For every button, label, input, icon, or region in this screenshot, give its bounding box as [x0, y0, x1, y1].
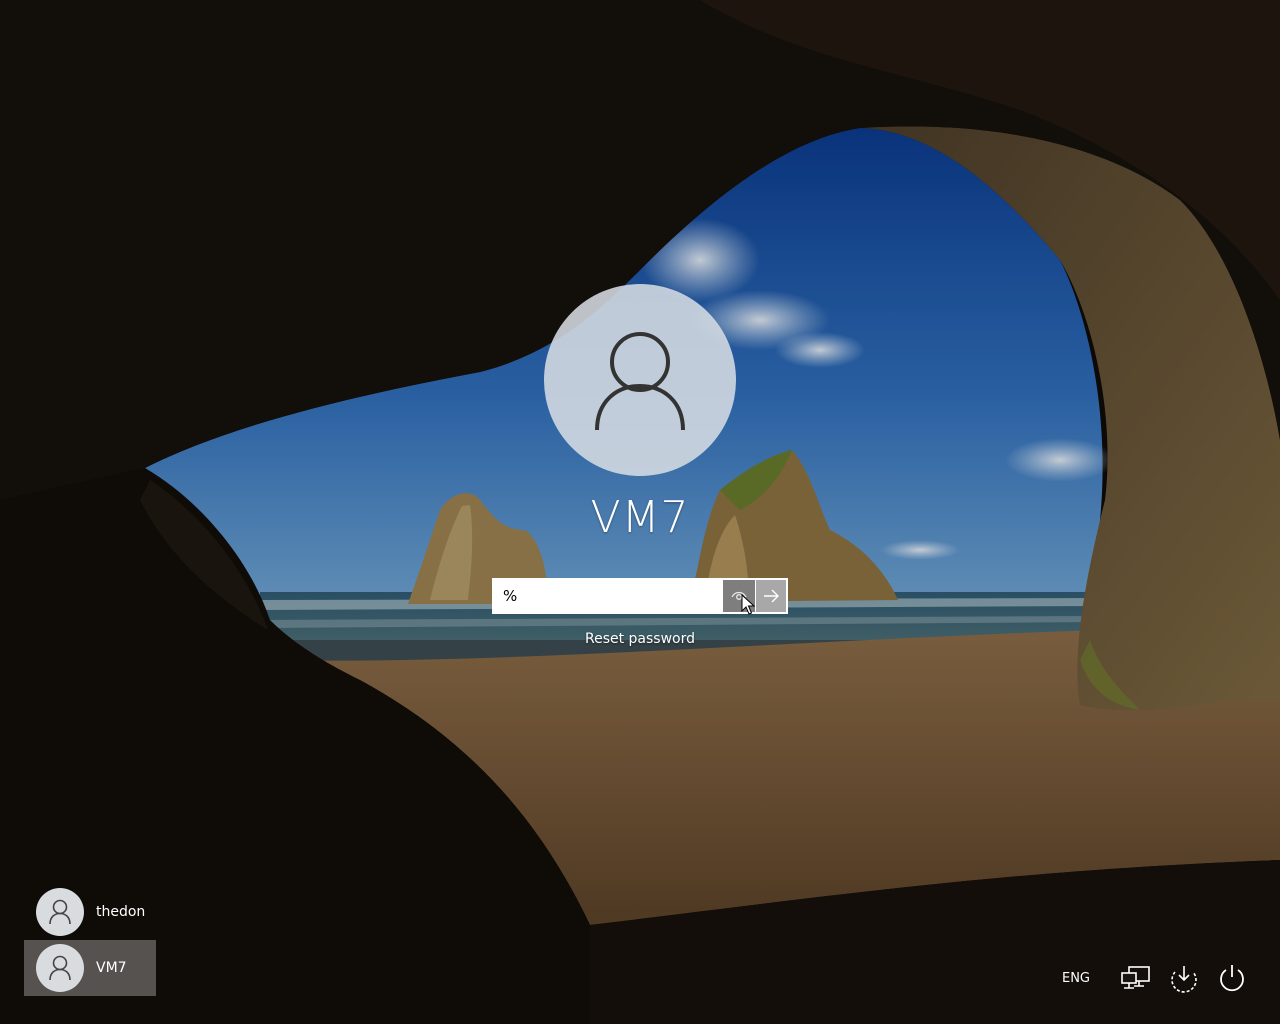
network-icon[interactable]: [1118, 960, 1154, 996]
mouse-cursor-icon: [741, 594, 755, 615]
ease-of-access-icon[interactable]: [1166, 960, 1202, 996]
user-name: VM7: [96, 960, 127, 976]
reset-password-link[interactable]: Reset password: [540, 631, 740, 647]
system-tray: ENG: [1062, 960, 1250, 996]
arrow-right-icon: [764, 589, 779, 603]
user-name: thedon: [96, 904, 146, 920]
user-item-thedon[interactable]: thedon: [24, 884, 156, 940]
username-title: VM7: [590, 492, 690, 543]
person-icon: [595, 332, 685, 431]
language-indicator[interactable]: ENG: [1062, 971, 1090, 986]
lock-screen: VM7 Reset password: [0, 0, 1280, 1024]
password-input[interactable]: [494, 580, 723, 612]
user-list: thedon VM7: [24, 884, 156, 996]
user-avatar-large: [544, 284, 736, 476]
power-icon[interactable]: [1214, 960, 1250, 996]
person-icon: [49, 955, 71, 981]
person-icon: [49, 899, 71, 925]
user-item-vm7[interactable]: VM7: [24, 940, 156, 996]
submit-button[interactable]: [755, 580, 786, 612]
user-avatar: [36, 944, 84, 992]
login-panel: VM7 Reset password: [0, 0, 1280, 700]
user-avatar: [36, 888, 84, 936]
